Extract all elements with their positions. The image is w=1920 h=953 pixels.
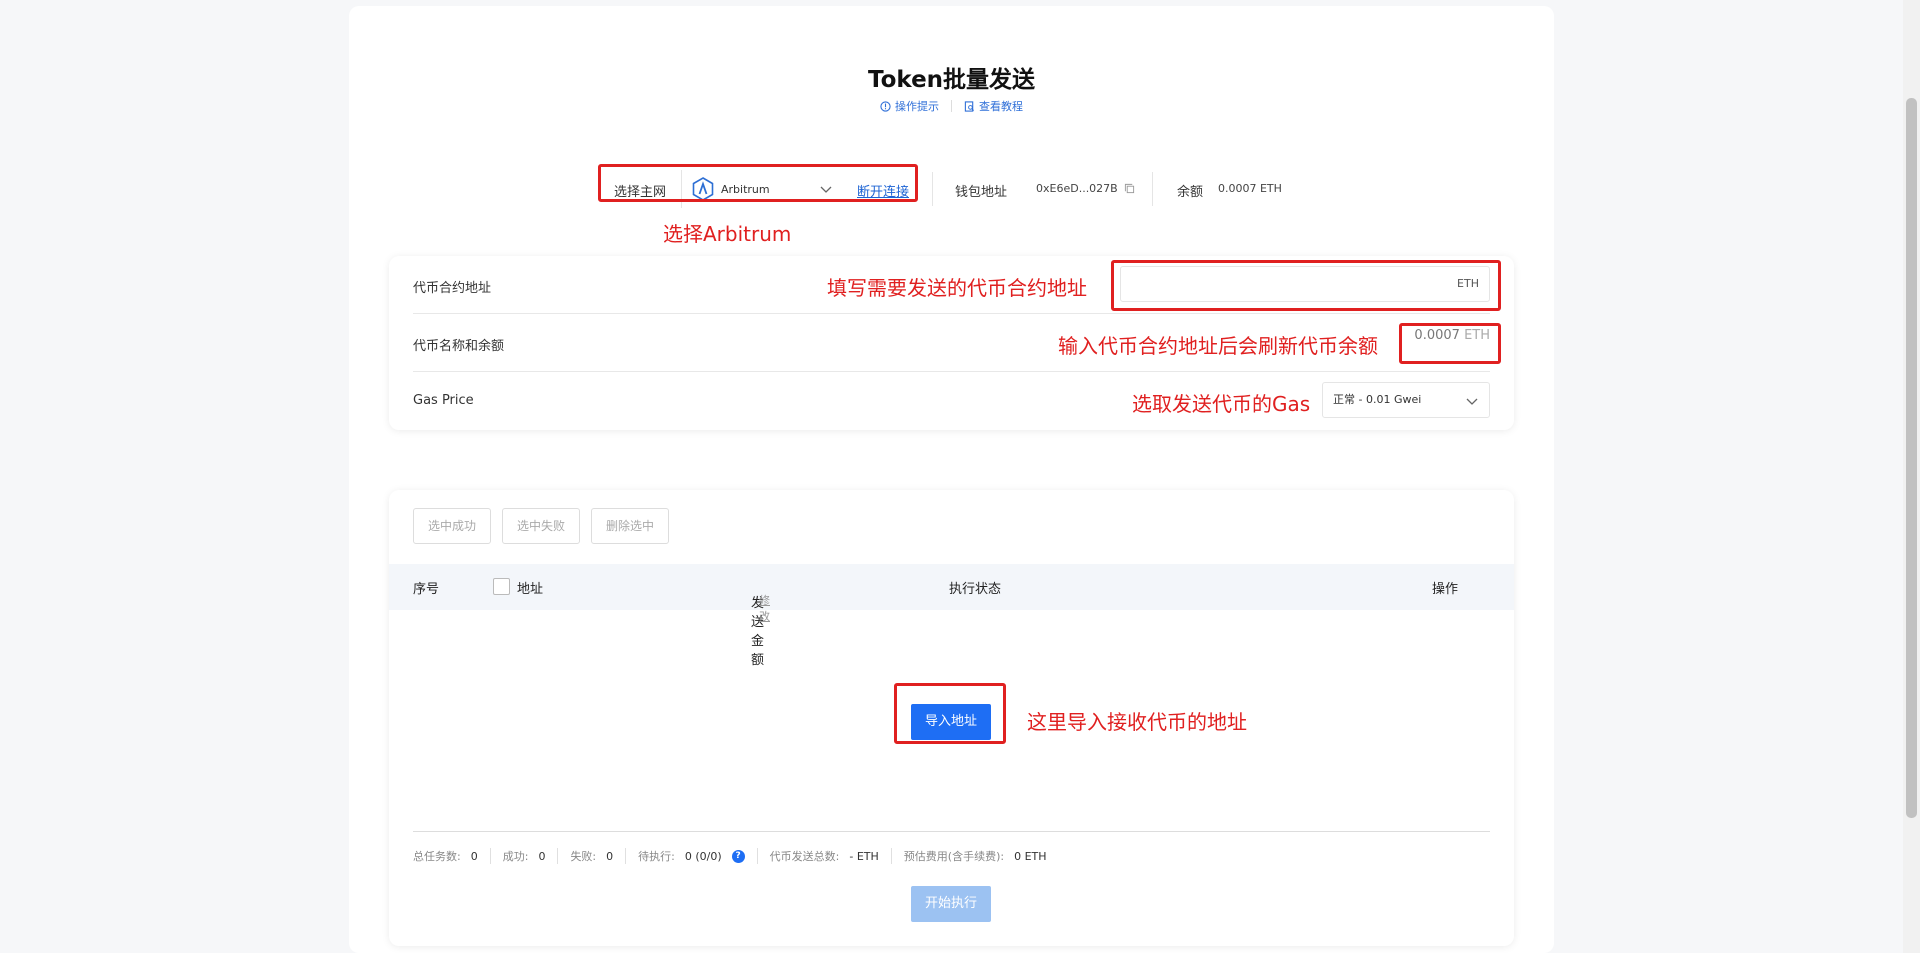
contract-address-input[interactable]: ETH [1120,266,1490,302]
stat-success-label: 成功: [502,850,529,863]
divider [1152,172,1153,206]
stat-fee: 预估费用(含手续费): 0 ETH [904,848,1059,864]
col-index: 序号 [413,582,440,597]
tutorial-link-label: 查看教程 [979,100,1023,113]
network-select[interactable]: Arbitrum [681,170,841,208]
contract-label: 代币合约地址 [413,281,492,296]
annotation-select-network: 选择Arbitrum [663,222,792,246]
stat-fee-label: 预估费用(含手续费): [903,850,1005,863]
balance-label: 余额 [1177,185,1204,200]
wallet-address: 0xE6eD...027B [1036,182,1135,195]
task-table-card: 选中成功 选中失败 删除选中 序号 地址 发送金额 修改 执行状态 操作 导入地址… [389,490,1514,946]
stat-total-label: 总任务数: [413,850,461,863]
wallet-label: 钱包地址 [955,185,1008,200]
balance-value: 0.0007 ETH [1218,182,1282,195]
contract-unit: ETH [1457,277,1479,290]
divider [932,172,933,206]
annotation-import-here: 这里导入接收代币的地址 [1027,710,1247,734]
tips-link-label: 操作提示 [895,100,939,113]
col-address: 地址 [517,582,544,597]
stat-total-value: 0 [470,849,478,863]
disconnect-link[interactable]: 断开连接 [857,181,909,200]
annotation-select-gas: 选取发送代币的Gas [1132,392,1311,416]
edit-amount-link[interactable]: 修改 [759,592,770,624]
import-address-button[interactable]: 导入地址 [911,704,991,740]
stat-fail-label: 失败: [570,850,597,863]
link-divider [951,100,952,112]
stat-fail: 失败: 0 [570,848,627,864]
tutorial-link[interactable]: 查看教程 [964,98,1023,114]
gas-price-select[interactable]: 正常 - 0.01 Gwei [1322,382,1490,418]
network-selected: Arbitrum [721,182,770,196]
col-action: 操作 [1432,582,1459,597]
help-icon[interactable]: ? [731,849,745,863]
token-balance: 0.0007 ETH [1414,328,1490,343]
start-execution-button[interactable]: 开始执行 [911,886,991,922]
page-title: Token批量发送 [867,67,1036,93]
delete-selected-button[interactable]: 删除选中 [591,508,670,544]
copy-icon[interactable] [1124,183,1135,194]
table-header: 序号 地址 发送金额 修改 执行状态 操作 [389,564,1514,668]
annotation-refresh-balance: 输入代币合约地址后会刷新代币余额 [1058,334,1378,358]
stat-success-value: 0 [538,849,546,863]
stat-pending-value: 0 (0/0) [684,849,722,863]
stat-sent: 代币发送总数: - ETH [770,848,892,864]
stat-sent-value: - ETH [849,849,879,863]
token-label: 代币名称和余额 [413,339,505,354]
network-bar: 选择主网 Arbitrum 断开连接 钱包地址 0xE6eD...027B 余额… [349,166,1554,212]
bulk-actions: 选中成功 选中失败 删除选中 [413,508,670,544]
chevron-down-icon [1466,398,1478,405]
gas-row: Gas Price 正常 - 0.01 Gwei [413,372,1490,430]
stat-fee-value: 0 ETH [1014,849,1047,863]
main-panel: Token批量发送 操作提示 查看教程 选择主网 Arbitrum 断开连接 钱… [349,6,1554,953]
gas-price-value: 正常 - 0.01 Gwei [1333,393,1422,406]
stat-success: 成功: 0 [503,848,559,864]
wallet-address-value: 0xE6eD...027B [1036,182,1118,195]
token-unit: ETH [1464,328,1490,343]
stat-total: 总任务数: 0 [413,848,491,864]
token-balance-value: 0.0007 [1414,328,1460,343]
chevron-down-icon [820,186,832,193]
stat-pending-label: 待执行: [638,850,675,863]
col-status: 执行状态 [949,582,1002,597]
stat-pending: 待执行: 0 (0/0)? [638,848,758,864]
info-icon [880,100,891,112]
stat-sent-label: 代币发送总数: [769,850,840,863]
scrollbar-thumb[interactable] [1906,98,1917,818]
stat-fail-value: 0 [606,849,614,863]
top-links: 操作提示 查看教程 [349,98,1554,114]
gas-label: Gas Price [413,393,474,408]
task-stats: 总任务数: 0 成功: 0 失败: 0 待执行: 0 (0/0)? 代币发送总数: - E… [413,848,1071,864]
select-failed-button[interactable]: 选中失败 [502,508,581,544]
scrollbar[interactable] [1903,0,1920,953]
select-success-button[interactable]: 选中成功 [413,508,492,544]
annotation-fill-contract: 填写需要发送的代币合约地址 [827,276,1087,300]
network-label: 选择主网 [614,185,667,200]
arbitrum-logo-icon [692,177,714,201]
select-all-checkbox[interactable] [493,578,510,595]
divider [413,831,1490,832]
tips-link[interactable]: 操作提示 [880,98,939,114]
document-search-icon [964,100,975,112]
